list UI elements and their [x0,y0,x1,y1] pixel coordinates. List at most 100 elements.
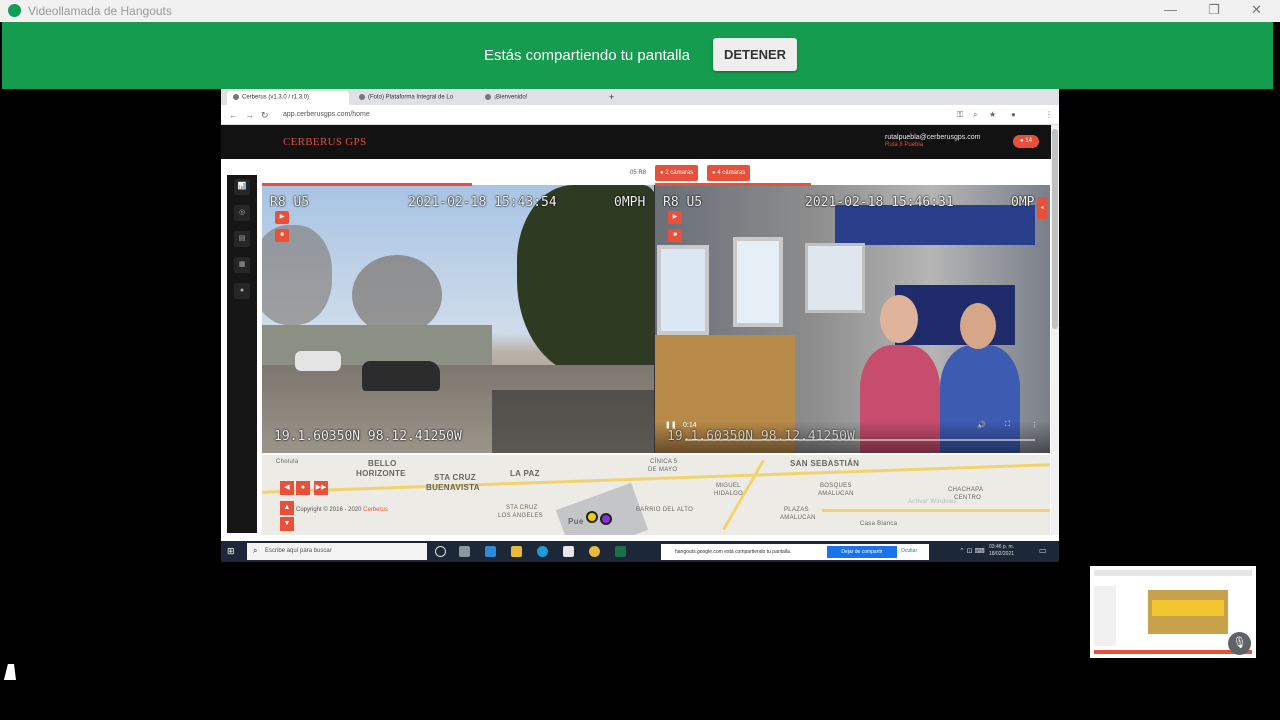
profile-icon[interactable]: ● [1011,110,1016,119]
map-label: STA CRUZ [434,473,476,482]
scrollbar-thumb[interactable] [1052,129,1058,329]
store-icon[interactable] [485,546,496,557]
mic-muted-icon[interactable]: 🎙 [1228,632,1251,655]
zoom-icon[interactable]: ⌕ [973,110,977,120]
mail-icon[interactable] [563,546,574,557]
screen-share-banner: Estás compartiendo tu pantalla [2,22,1273,89]
camera-timestamp: 2021-02-18 15:46:31 [805,195,954,210]
camera-timestamp: 2021-02-18 15:43:54 [408,195,557,210]
vehicle-marker-icon[interactable] [600,513,612,525]
user-role: Ruta 8 Puebla [885,142,924,148]
map-label: HIDALGO [714,491,744,497]
document-icon[interactable]: ▤ [234,231,250,247]
window-shape [657,245,709,335]
map-down-button[interactable]: ▼ [280,517,294,531]
volume-icon[interactable]: 🔊 [977,421,986,429]
app-header: CERBERUS GPS rutalpuebla@cerberusgps.com… [221,125,1051,159]
star-icon[interactable]: ★ [989,110,996,119]
map-stop-button[interactable]: ● [296,481,310,495]
close-button[interactable]: ✕ [1251,2,1262,18]
notifications-icon[interactable]: ▭ [1039,546,1047,555]
browser-tab[interactable]: ¡Bienvenido! [479,91,599,105]
camera-coordinates: 19.1.60350N 98.12.41250W [667,429,855,444]
passenger-head-shape [880,295,918,343]
search-icon: ⌕ [253,546,258,555]
shared-screen: Cerberus (v1.3.0 / r1.3.0) (Foto) Plataf… [221,89,1059,562]
copyright-text: Copyright © 2016 - 2020 Cerberus [296,507,388,513]
map-forward-button[interactable]: ▶▶ [314,481,328,495]
play-button[interactable]: ▶ [668,211,682,224]
camera-feed-interior[interactable]: R8 U5 2021-02-18 15:46:31 0MP ▶ ■ ◂ 19.1… [655,185,1050,453]
stop-sharing-button[interactable]: DETENER [713,38,797,71]
target-icon[interactable]: ◎ [234,205,250,221]
expand-side-icon[interactable]: ◂ [1037,197,1047,219]
edge-icon[interactable] [537,546,548,557]
stop-sharing-link[interactable]: Dejar de compartir [827,546,897,558]
stop-button[interactable]: ■ [275,229,289,242]
four-cameras-tab[interactable]: ● 4 cámaras [707,165,751,181]
hangouts-titlebar: Videollamada de Hangouts — ❐ ✕ [0,0,1280,22]
user-badge[interactable]: ● 14 [1013,135,1039,148]
key-icon[interactable]: ⚿ [957,110,963,120]
grid-icon[interactable]: ▦ [234,257,250,273]
stop-button[interactable]: ■ [668,229,682,242]
map-label: BELLO [368,459,397,468]
chrome-icon[interactable] [589,546,600,557]
play-button[interactable]: ▶ [275,211,289,224]
map-label: CHACHAPA [948,487,984,493]
minimize-button[interactable]: — [1164,2,1177,17]
copyright-link[interactable]: Cerberus [363,507,388,513]
forward-arrow-icon[interactable]: → [245,110,254,120]
map-label: Casa Blanca [860,521,898,527]
hide-notice-link[interactable]: Ocultar [901,548,917,554]
reload-icon[interactable]: ↻ [261,110,269,121]
map-label: LA PAZ [510,469,540,478]
more-options-icon[interactable]: ⋮ [1031,421,1038,429]
map-label: STA CRUZ [506,505,538,511]
thumbnail-toolbar [1094,570,1252,576]
browser-tab[interactable]: Cerberus (v1.3.0 / r1.3.0) [227,91,349,105]
map-area [555,482,649,535]
url-field[interactable]: app.cerberusgps.com/home [283,111,370,118]
camera-toolbar: 05 R8 ● 2 cámaras ● 4 cámaras [257,159,1051,185]
vehicle-marker-icon[interactable] [586,511,598,523]
pause-icon[interactable]: ❚❚ [665,421,677,429]
back-arrow-icon[interactable]: ← [229,110,238,120]
clock-date: 18/02/2021 [989,551,1015,557]
map-up-button[interactable]: ▲ [280,501,294,515]
sharing-notice: hangouts.google.com está compartiendo tu… [661,544,929,560]
camera-unit-label: R8 U5 [270,195,310,210]
clock-time: 03:46 p. m. [989,544,1015,550]
camera-feed-road[interactable]: R8 U5 2021-02-18 15:43:54 0MPH 19.1.6035… [262,185,654,453]
task-view-icon[interactable] [459,546,470,557]
camera-unit-label: R8 U5 [663,195,703,210]
browser-tab[interactable]: (Foto) Plataforma Integral de Lo [353,91,475,105]
map-back-button[interactable]: ◀ [280,481,294,495]
taskbar-clock[interactable]: 03:46 p. m. 18/02/2021 [989,544,1014,558]
search-placeholder: Escribe aquí para buscar [265,548,332,554]
thumbnail-popup [1152,600,1224,616]
fullscreen-icon[interactable]: ⛶ [1005,421,1010,429]
user-icon[interactable]: ● [234,283,250,299]
cortana-icon[interactable] [435,546,446,557]
windows-start-icon[interactable]: ⊞ [227,546,235,557]
window-title: Videollamada de Hangouts [28,4,172,18]
map-label: Cholula [276,459,299,465]
favicon-icon [359,94,365,100]
seek-bar[interactable] [685,439,1035,441]
map-view[interactable]: Cholula BELLO HORIZONTE STA CRUZ BUENAVI… [262,455,1050,535]
two-cameras-tab[interactable]: ● 2 cámaras [655,165,699,181]
map-label: LOS ANGELES [498,513,543,519]
restore-button[interactable]: ❐ [1208,2,1220,18]
taskbar-search-box[interactable]: ⌕ Escribe aquí para buscar [247,543,427,560]
map-label: AMALUCAN [780,515,816,521]
brand-logo[interactable]: CERBERUS GPS [283,136,366,148]
file-explorer-icon[interactable] [511,546,522,557]
stats-icon[interactable]: 📊 [234,179,250,195]
tree-shape [352,255,442,335]
menu-icon[interactable]: ⋮ [1045,110,1053,119]
tray-icons[interactable]: ⌃ ⊡ ⌨ [959,547,985,555]
excel-icon[interactable] [615,546,626,557]
new-tab-button[interactable]: + [609,92,614,102]
window-shape [805,243,865,313]
